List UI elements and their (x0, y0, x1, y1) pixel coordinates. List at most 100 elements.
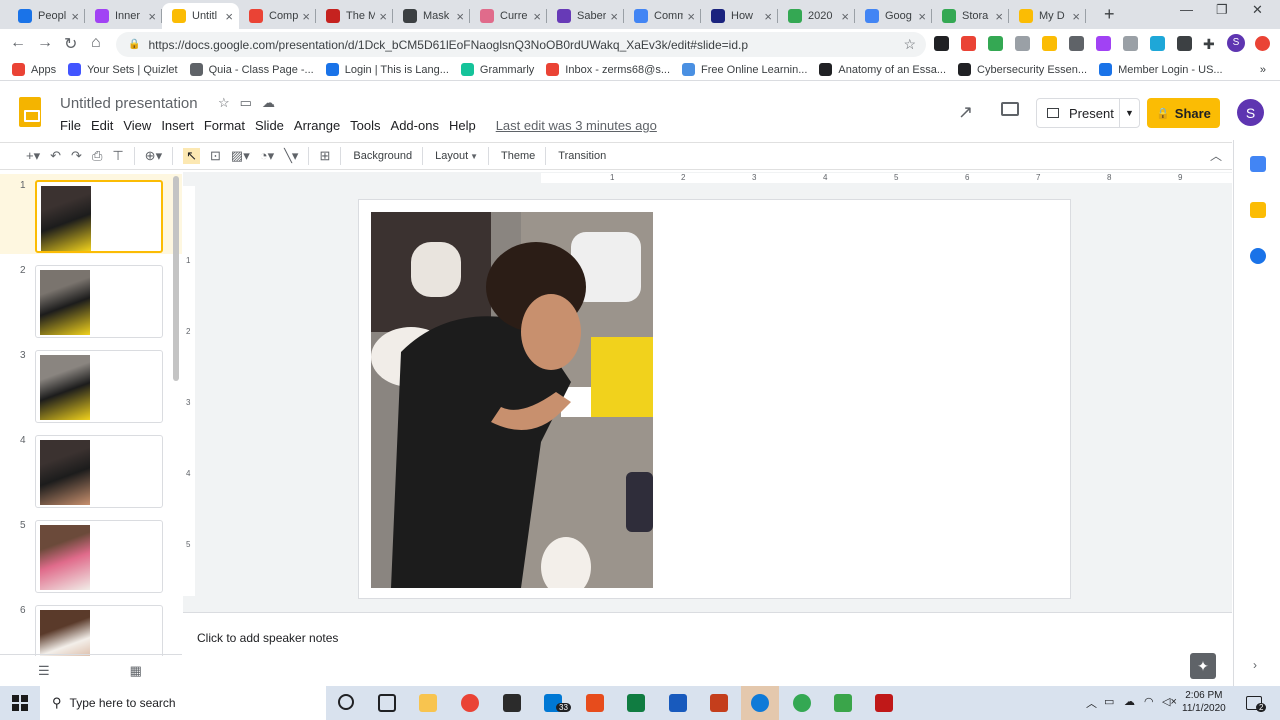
browser-tab[interactable]: Comp × (239, 3, 316, 29)
shape-icon[interactable]: ◔▾ (260, 148, 274, 164)
extension-icon[interactable] (1123, 36, 1138, 51)
browser-tab[interactable]: Untitl × (162, 3, 239, 29)
browser-tab[interactable]: Stora × (932, 3, 1009, 29)
speaker-notes[interactable]: Click to add speaker notes ✦ (183, 612, 1232, 686)
bookmark-item[interactable]: Grammarly (460, 63, 534, 76)
browser-tab[interactable]: Inner × (85, 3, 162, 29)
comments-icon[interactable] (1001, 102, 1019, 116)
present-dropdown-icon[interactable]: ▼ (1119, 99, 1139, 127)
word-icon[interactable] (669, 694, 687, 712)
taskbar-clock[interactable]: 2:06 PM 11/1/2020 (1182, 689, 1226, 715)
close-icon[interactable]: × (841, 9, 849, 24)
excel-icon[interactable] (627, 694, 645, 712)
menu-item-insert[interactable]: Insert (161, 118, 194, 133)
close-icon[interactable]: × (302, 9, 310, 24)
home-icon[interactable]: ⌂ (91, 34, 101, 52)
bookmark-item[interactable]: Free Online Learnin... (682, 63, 807, 76)
explore-icon[interactable]: ✦ (1190, 653, 1216, 679)
taskbar-search[interactable]: ⚲ Type here to search (40, 686, 326, 720)
close-icon[interactable]: × (379, 9, 387, 24)
paint-format-icon[interactable]: ⊤ (112, 148, 123, 164)
tasks-icon[interactable] (1250, 248, 1266, 264)
image-icon[interactable]: ▨▾ (231, 148, 250, 164)
bookmark-overflow-icon[interactable]: » (1260, 64, 1266, 76)
extension-icon[interactable] (988, 36, 1003, 51)
profile-avatar[interactable]: S (1227, 34, 1245, 52)
menu-item-edit[interactable]: Edit (91, 118, 113, 133)
share-button[interactable]: 🔒 Share (1147, 98, 1220, 128)
volume-icon[interactable]: ◁× (1162, 695, 1177, 708)
extension-icon[interactable] (1069, 36, 1084, 51)
back-icon[interactable]: ← (10, 34, 26, 52)
close-icon[interactable]: × (148, 9, 156, 24)
slide-thumbnail[interactable]: 4 (0, 429, 182, 509)
bookmark-item[interactable]: Inbox - zerms68@s... (546, 63, 670, 76)
menu-item-slide[interactable]: Slide (255, 118, 284, 133)
star-icon[interactable]: ☆ (218, 95, 230, 111)
chrome-icon[interactable] (461, 694, 479, 712)
browser-tab[interactable]: Saber × (547, 3, 624, 29)
document-title[interactable]: Untitled presentation (60, 95, 198, 112)
extension-icon[interactable] (1177, 36, 1192, 51)
keep-icon[interactable] (1250, 202, 1266, 218)
url-text[interactable]: https://docs.google.com/presentation/d/1… (148, 38, 903, 52)
collapse-toolbar-icon[interactable]: ︿ (1210, 147, 1222, 164)
vertical-ruler[interactable]: 1 2 3 4 5 (183, 186, 195, 596)
powerpoint-icon[interactable] (710, 694, 728, 712)
slide-canvas[interactable] (358, 199, 1071, 599)
print-icon[interactable]: ⎙ (92, 148, 102, 164)
speaker-notes-placeholder[interactable]: Click to add speaker notes (197, 631, 338, 645)
windows-start-icon[interactable] (12, 695, 28, 711)
mcafee-icon[interactable] (875, 694, 893, 712)
close-icon[interactable]: × (995, 9, 1003, 24)
close-icon[interactable]: × (918, 9, 926, 24)
close-icon[interactable]: × (225, 9, 233, 24)
browser-tab[interactable]: My D × (1009, 3, 1086, 29)
task-view-icon[interactable] (378, 694, 396, 712)
close-icon[interactable]: × (71, 9, 79, 24)
extension-icon[interactable] (1255, 36, 1270, 51)
close-window-icon[interactable]: ✕ (1252, 2, 1263, 18)
browser-tab[interactable]: The M × (316, 3, 393, 29)
bookmark-item[interactable]: Anatomy of an Essa... (819, 63, 946, 76)
bookmark-star-icon[interactable]: ☆ (903, 36, 916, 53)
present-button[interactable]: Present ▼ (1036, 98, 1140, 128)
comment-add-icon[interactable]: ⊞ (319, 148, 330, 164)
close-icon[interactable]: × (764, 9, 772, 24)
undo-icon[interactable]: ↶ (50, 148, 61, 164)
battery-icon[interactable]: ▭ (1104, 695, 1114, 708)
new-tab-button[interactable]: + (1104, 4, 1115, 25)
file-explorer-icon[interactable] (419, 694, 437, 712)
chevron-down-icon[interactable]: ▼ (470, 152, 478, 161)
slide-thumbnail[interactable]: 3 (0, 344, 182, 424)
extension-icon[interactable] (1015, 36, 1030, 51)
chevron-right-icon[interactable]: › (1253, 658, 1257, 672)
redo-icon[interactable]: ↷ (71, 148, 82, 164)
calendar-icon[interactable] (1250, 156, 1266, 172)
menu-item-view[interactable]: View (123, 118, 151, 133)
chrome-profile-icon[interactable] (793, 694, 811, 712)
theme-button[interactable]: Theme (501, 150, 535, 162)
grid-view-icon[interactable]: ▦ (130, 663, 142, 679)
bookmark-item[interactable]: Apps (12, 63, 56, 76)
browser-tab[interactable]: Comm × (624, 3, 701, 29)
puzzle-icon[interactable]: ✚ (1203, 36, 1218, 52)
zoom-icon[interactable]: ⊕▾ (145, 148, 162, 164)
menu-item-help[interactable]: Help (449, 118, 476, 133)
new-slide-icon[interactable]: +▾ (26, 148, 40, 164)
bookmark-item[interactable]: Cybersecurity Essen... (958, 63, 1087, 76)
browser-tab[interactable]: 2020 × (778, 3, 855, 29)
menu-item-arrange[interactable]: Arrange (294, 118, 340, 133)
minimize-icon[interactable]: — (1180, 2, 1193, 17)
bookmark-item[interactable]: Quia - Class Page -... (189, 63, 314, 76)
onedrive-icon[interactable]: ☁ (1124, 695, 1135, 708)
slide-thumbnail[interactable]: 1 (0, 174, 182, 254)
tray-overflow-icon[interactable]: ︿ (1086, 695, 1097, 711)
reload-icon[interactable]: ↻ (64, 34, 77, 54)
extension-icon[interactable] (934, 36, 949, 51)
last-edit-link[interactable]: Last edit was 3 minutes ago (496, 118, 657, 133)
slide-thumbnail[interactable]: 5 (0, 514, 182, 594)
extension-icon[interactable] (1042, 36, 1057, 51)
menu-item-tools[interactable]: Tools (350, 118, 380, 133)
close-icon[interactable]: × (1072, 9, 1080, 24)
